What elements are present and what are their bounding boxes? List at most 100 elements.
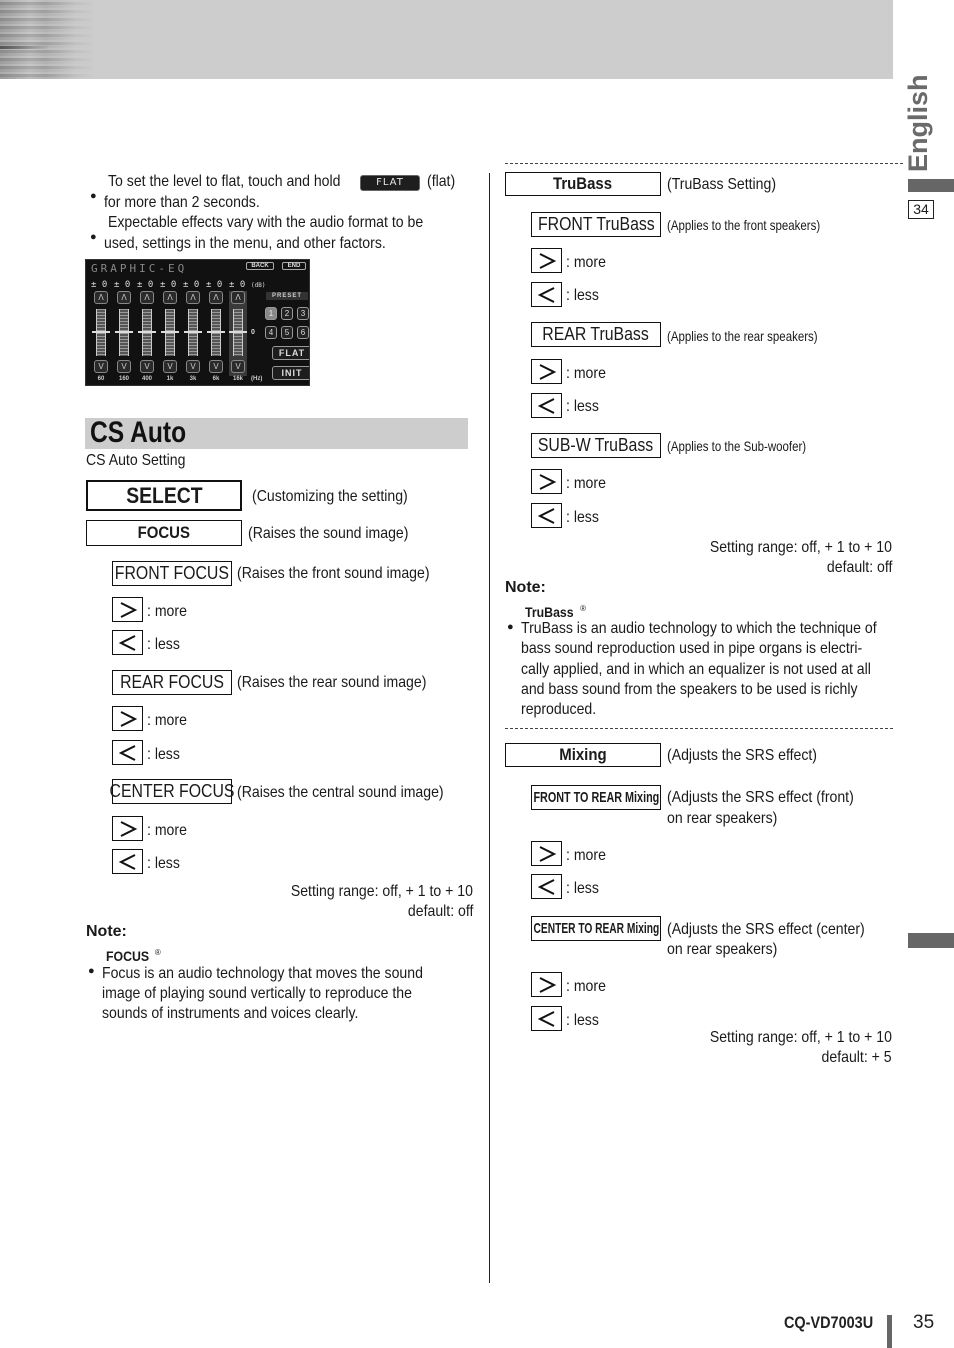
front-focus-label: FRONT FOCUS — [112, 561, 232, 586]
preset-button: 4 — [265, 326, 277, 339]
section-subtitle: CS Auto Setting — [86, 452, 186, 469]
eq-band: ΛV — [184, 291, 202, 376]
column-divider — [489, 173, 490, 1283]
down-arrow-icon: V — [140, 360, 154, 373]
freq-label: 6k — [212, 376, 220, 382]
note-heading: Note: — [86, 923, 127, 940]
up-arrow-icon: Λ — [94, 291, 108, 304]
center-to-rear-desc: on rear speakers) — [667, 941, 778, 958]
preset-label: PRESET — [266, 292, 308, 300]
more-arrow-icon — [531, 469, 562, 494]
default-value: default: + 5 — [821, 1049, 892, 1066]
init-button: INIT — [272, 366, 309, 380]
down-arrow-icon: V — [186, 360, 200, 373]
bullet-item: To set the level to flat, touch and hold — [90, 172, 373, 206]
model-number-text: CQ-VD7003U — [784, 1313, 874, 1332]
front-trubass-label: FRONT TruBass — [531, 212, 661, 237]
note-line: reproduced. — [521, 701, 597, 718]
rear-focus-desc: (Raises the rear sound image) — [237, 674, 427, 691]
rear-trubass-label: REAR TruBass — [531, 322, 661, 347]
more-arrow-icon — [112, 597, 143, 622]
up-arrow-icon: Λ — [163, 291, 177, 304]
bullet-text: used, settings in the menu, and other fa… — [104, 235, 386, 252]
note-line: image of playing sound vertically to rep… — [102, 985, 412, 1002]
trubass-label: TruBass — [553, 174, 613, 193]
note-term: FOCUS ® — [88, 943, 161, 981]
eq-slider — [184, 309, 202, 356]
dashed-divider — [505, 163, 903, 164]
trubass-desc: (TruBass Setting) — [667, 176, 777, 193]
down-arrow-icon: V — [163, 360, 177, 373]
eq-slider — [138, 309, 156, 356]
back-button: BACK — [246, 262, 274, 270]
center-to-rear-mixing-label: CENTER TO REAR Mixing — [531, 916, 661, 941]
front-to-rear-desc: (Adjusts the SRS effect (front) — [667, 789, 854, 806]
setting-range: Setting range: off, + 1 to + 10 — [709, 539, 892, 556]
setting-range: Setting range: off, + 1 to + 10 — [290, 883, 473, 900]
less-arrow-icon — [531, 282, 562, 307]
bullet-text: for more than 2 seconds. — [104, 194, 260, 211]
model-number: CQ-VD7003U — [784, 1313, 889, 1333]
up-arrow-icon: Λ — [186, 291, 200, 304]
more-label: : more — [566, 978, 606, 995]
dashed-divider — [505, 728, 893, 729]
eq-slider — [92, 309, 110, 356]
less-label: : less — [147, 855, 180, 872]
less-arrow-icon — [112, 849, 143, 874]
db-value: ± 0 — [206, 280, 223, 290]
section-title: CS Auto — [90, 415, 207, 451]
eq-slider — [229, 309, 247, 356]
default-value: default: off — [826, 559, 892, 576]
registered-mark: ® — [580, 604, 587, 613]
eq-band: ΛV — [138, 291, 156, 376]
center-focus-desc: (Raises the central sound image) — [237, 784, 444, 801]
note-line: Focus is an audio technology that moves … — [102, 965, 423, 982]
rear-trubass-text: REAR TruBass — [542, 324, 650, 344]
db-value: ± 0 — [183, 280, 200, 290]
flat-button: FLAT — [272, 346, 309, 360]
subw-trubass-text: SUB-W TruBass — [538, 435, 654, 455]
less-arrow-icon — [531, 1006, 562, 1031]
less-arrow-icon — [112, 630, 143, 655]
note-line: sounds of instruments and voices clearly… — [102, 1005, 359, 1022]
up-arrow-icon: Λ — [209, 291, 223, 304]
front-to-rear-desc: on rear speakers) — [667, 810, 778, 827]
db-value: ± 0 — [137, 280, 154, 290]
side-page-number: 34 — [908, 200, 934, 219]
focus-label: FOCUS — [137, 523, 191, 542]
db-unit: (dB) — [251, 282, 266, 289]
side-tab-bar — [908, 179, 954, 192]
freq-label: 16k — [232, 376, 243, 382]
front-trubass-text: FRONT TruBass — [537, 214, 655, 234]
language-tab-label: English — [903, 74, 933, 172]
preset-button: 2 — [281, 307, 293, 320]
bullet-text: Expectable effects vary with the audio f… — [108, 214, 424, 231]
center-to-rear-desc: (Adjusts the SRS effect (center) — [667, 921, 865, 938]
freq-label: 160 — [118, 376, 129, 382]
mixing-button-label: Mixing — [505, 743, 661, 767]
setting-range: Setting range: off, + 1 to + 10 — [709, 1029, 892, 1046]
freq-label: 3k — [189, 376, 197, 382]
freq-label: 60 — [97, 376, 105, 382]
up-arrow-icon: Λ — [231, 291, 245, 304]
note-line: and bass sound from the speakers to be u… — [521, 681, 858, 698]
db-value: ± 0 — [91, 280, 108, 290]
down-arrow-icon: V — [231, 360, 245, 373]
rear-trubass-desc: (Applies to the rear speakers) — [667, 328, 818, 344]
header-band — [0, 0, 893, 79]
rear-focus-text: REAR FOCUS — [120, 672, 224, 692]
preset-button: 5 — [281, 326, 293, 339]
down-arrow-icon: V — [209, 360, 223, 373]
up-arrow-icon: Λ — [117, 291, 131, 304]
center-focus-label: CENTER FOCUS — [110, 779, 234, 804]
more-label: : more — [566, 847, 606, 864]
select-label: SELECT — [125, 482, 203, 508]
less-label: : less — [566, 1012, 599, 1029]
less-label: : less — [566, 287, 599, 304]
zero-label: 0 — [251, 329, 255, 336]
footer-divider-bar — [887, 1315, 892, 1348]
eq-band: ΛV — [161, 291, 179, 376]
eq-slider — [161, 309, 179, 356]
note-line: cally applied, and in which an equalizer… — [521, 661, 871, 678]
eq-band: ΛV — [207, 291, 225, 376]
